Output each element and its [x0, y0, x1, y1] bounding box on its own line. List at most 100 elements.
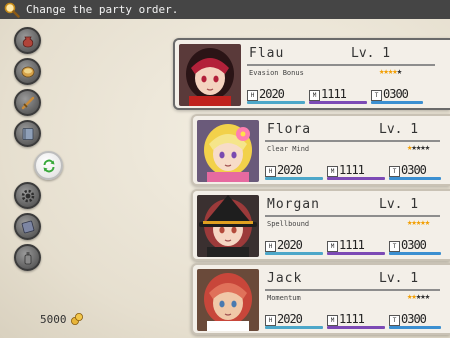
- member-rating: ★★★★★: [407, 143, 431, 153]
- hp-bar: [265, 177, 323, 180]
- mp-value: 1111: [339, 238, 365, 252]
- member-info: Jack Lv. 1 Momentum ★★★★★ H 2020 M 1111 …: [261, 269, 450, 329]
- hp-stat: H 2020: [265, 237, 325, 255]
- member-name: Morgan: [267, 197, 320, 212]
- mp-bar: [327, 177, 385, 180]
- member-level: Lv. 1: [379, 122, 419, 137]
- mp-value: 1111: [321, 87, 347, 101]
- tp-bar: [389, 326, 441, 329]
- member-portrait: [197, 269, 259, 331]
- formation-button[interactable]: [34, 151, 63, 180]
- gold-amount: 5000: [40, 312, 67, 326]
- save-book-icon: [21, 220, 34, 233]
- member-passive: Evasion Bonus: [249, 69, 304, 77]
- divider: [265, 140, 440, 142]
- mp-bar: [327, 252, 385, 255]
- hp-label: H: [265, 241, 276, 252]
- mp-stat: M 1111: [309, 86, 369, 104]
- party-member-card[interactable]: Morgan Lv. 1 Spellbound ★★★★★ H 2020 M 1…: [191, 189, 450, 261]
- member-portrait: [197, 120, 259, 182]
- divider: [247, 64, 435, 66]
- tp-stat: T 0300: [389, 162, 449, 180]
- tp-label: T: [371, 90, 382, 101]
- food-bowl-icon: [21, 66, 34, 77]
- member-info: Flora Lv. 1 Clear Mind ★★★★★ H 2020 M 11…: [261, 120, 450, 180]
- equip-button[interactable]: [14, 89, 41, 116]
- member-level: Lv. 1: [351, 46, 391, 61]
- member-info: Morgan Lv. 1 Spellbound ★★★★★ H 2020 M 1…: [261, 195, 450, 255]
- hp-value: 2020: [277, 312, 303, 326]
- hp-stat: H 2020: [265, 162, 325, 180]
- help-text: Change the party order.: [26, 3, 179, 16]
- skills-button[interactable]: [14, 120, 41, 147]
- hp-bar: [265, 326, 323, 329]
- party-member-card[interactable]: Flora Lv. 1 Clear Mind ★★★★★ H 2020 M 11…: [191, 114, 450, 186]
- options-button[interactable]: [14, 182, 41, 209]
- member-passive: Momentum: [267, 294, 301, 302]
- star-icon: ★: [424, 218, 431, 228]
- member-rating: ★★★★★: [407, 292, 431, 302]
- member-portrait: [197, 195, 259, 257]
- gold-display: 5000: [40, 312, 84, 326]
- member-info: Flau Lv. 1 Evasion Bonus ★★★★★ H 2020 M …: [243, 44, 450, 104]
- party-member-card[interactable]: Flau Lv. 1 Evasion Bonus ★★★★★ H 2020 M …: [173, 38, 450, 110]
- hp-bar: [247, 101, 305, 104]
- member-rating: ★★★★★: [379, 67, 403, 77]
- hp-stat: H 2020: [247, 86, 307, 104]
- star-icon: ★: [396, 67, 403, 77]
- tp-label: T: [389, 166, 400, 177]
- member-name: Jack: [267, 271, 303, 286]
- hp-label: H: [247, 90, 258, 101]
- tp-value: 0300: [401, 312, 427, 326]
- party-member-card[interactable]: Jack Lv. 1 Momentum ★★★★★ H 2020 M 1111 …: [191, 263, 450, 335]
- mp-bar: [309, 101, 367, 104]
- mp-label: M: [309, 90, 320, 101]
- items-button[interactable]: [14, 27, 41, 54]
- save-button[interactable]: [14, 213, 41, 240]
- hp-label: H: [265, 166, 276, 177]
- coins-icon: [70, 313, 83, 325]
- hp-value: 2020: [277, 163, 303, 177]
- tp-value: 0300: [401, 238, 427, 252]
- tp-stat: T 0300: [389, 311, 449, 329]
- star-icon: ★: [424, 292, 431, 302]
- end-button[interactable]: [14, 244, 41, 271]
- member-portrait: [179, 44, 241, 106]
- tp-bar: [371, 101, 423, 104]
- hp-value: 2020: [277, 238, 303, 252]
- gear-icon: [21, 189, 34, 202]
- mp-value: 1111: [339, 163, 365, 177]
- hp-stat: H 2020: [265, 311, 325, 329]
- food-button[interactable]: [14, 58, 41, 85]
- mp-bar: [327, 326, 385, 329]
- hp-label: H: [265, 315, 276, 326]
- money-bag-icon: [22, 36, 33, 47]
- magnifier-icon: [4, 2, 20, 18]
- divider: [265, 289, 440, 291]
- tp-value: 0300: [383, 87, 409, 101]
- tp-stat: T 0300: [389, 237, 449, 255]
- member-name: Flau: [249, 46, 285, 61]
- divider: [265, 215, 440, 217]
- member-passive: Spellbound: [267, 220, 310, 228]
- tp-bar: [389, 177, 441, 180]
- member-rating: ★★★★★: [407, 218, 431, 228]
- book-icon: [22, 127, 33, 140]
- hp-bar: [265, 252, 323, 255]
- tp-label: T: [389, 315, 400, 326]
- member-level: Lv. 1: [379, 271, 419, 286]
- tp-value: 0300: [401, 163, 427, 177]
- tp-stat: T 0300: [371, 86, 431, 104]
- mp-label: M: [327, 241, 338, 252]
- tp-label: T: [389, 241, 400, 252]
- mp-label: M: [327, 166, 338, 177]
- mp-stat: M 1111: [327, 162, 387, 180]
- member-level: Lv. 1: [379, 197, 419, 212]
- tp-bar: [389, 252, 441, 255]
- star-icon: ★: [424, 143, 431, 153]
- mp-label: M: [327, 315, 338, 326]
- mp-stat: M 1111: [327, 311, 387, 329]
- mp-stat: M 1111: [327, 237, 387, 255]
- member-passive: Clear Mind: [267, 145, 310, 153]
- swap-icon: [43, 159, 54, 172]
